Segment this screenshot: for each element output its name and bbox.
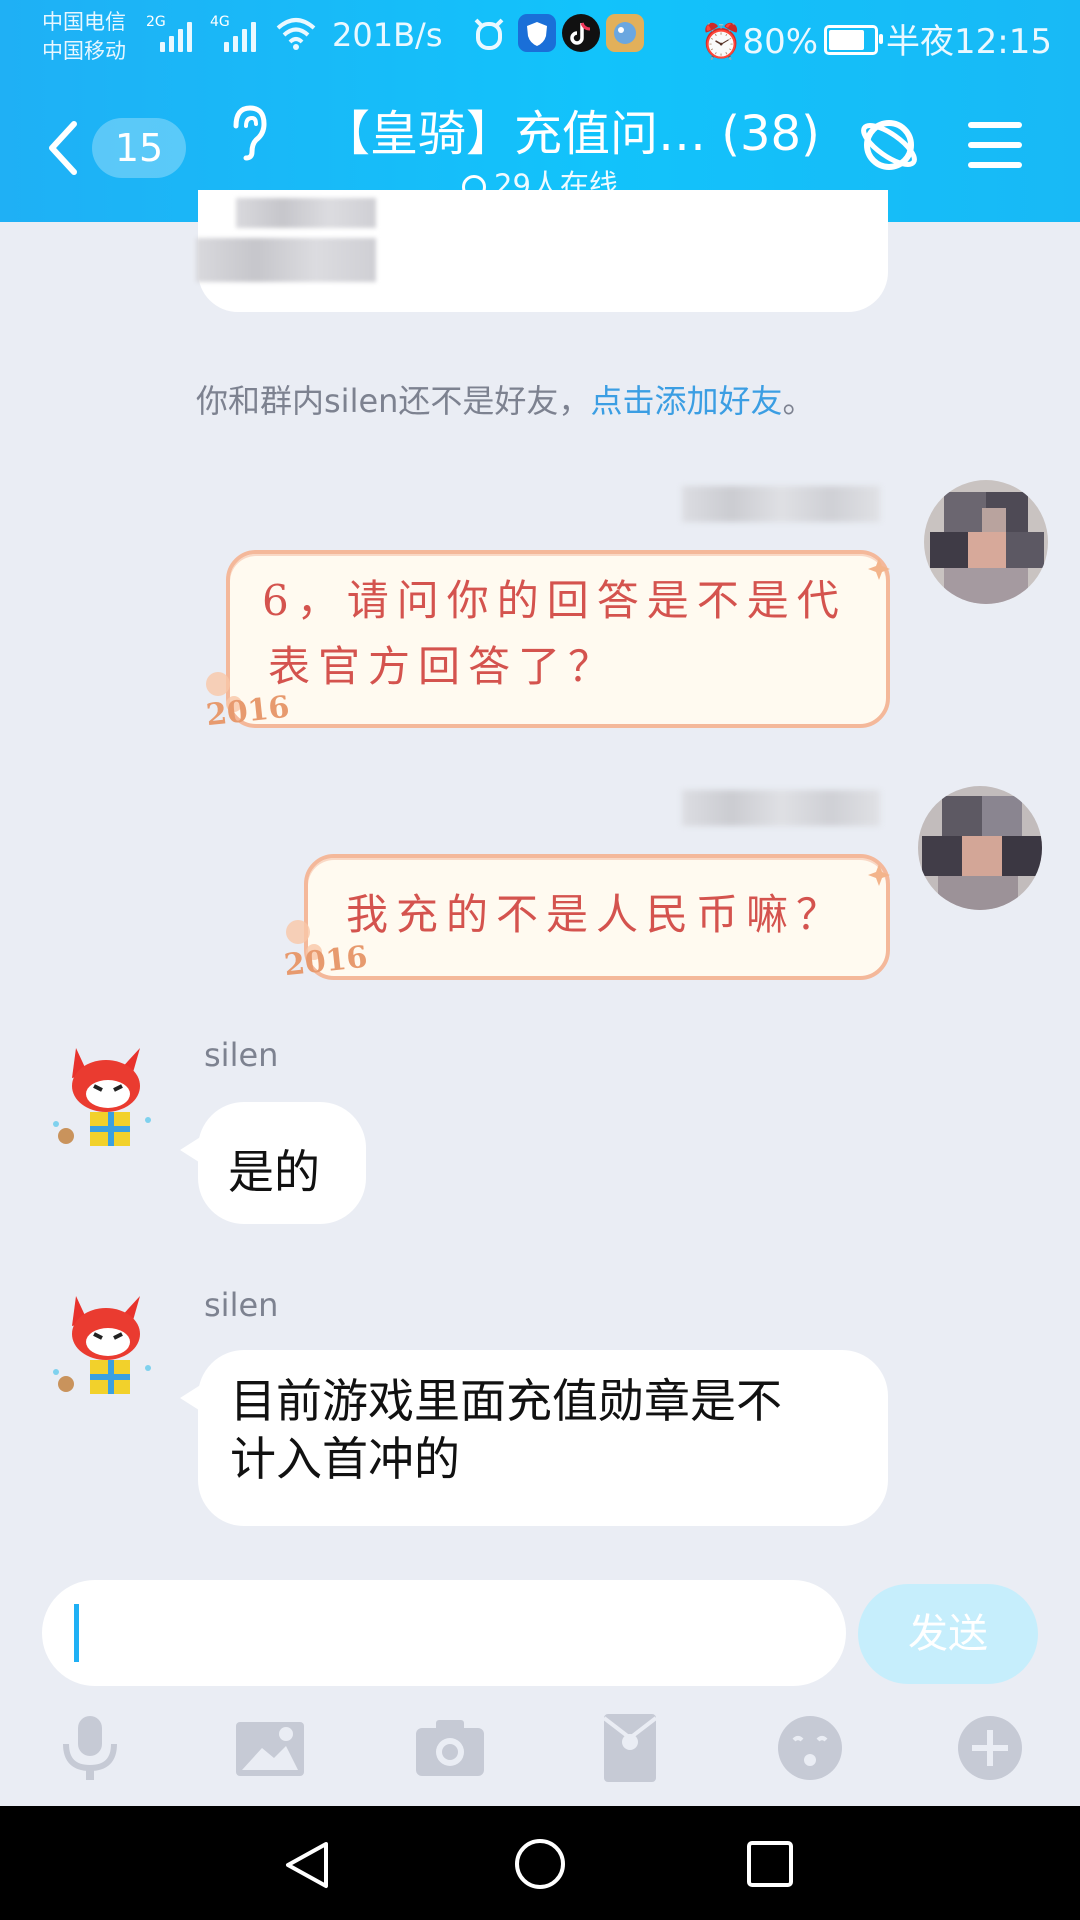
- red-packet-icon[interactable]: [594, 1712, 666, 1784]
- flower-deco-icon: [868, 558, 890, 580]
- alarm-bug-icon: [474, 18, 504, 50]
- tiktok-icon: [562, 14, 600, 52]
- carrier-2: 中国移动: [42, 39, 126, 63]
- message-input[interactable]: [42, 1580, 846, 1686]
- send-button[interactable]: 发送: [858, 1584, 1038, 1684]
- message-text-line: 6，请问你的回答是不是代: [262, 576, 847, 625]
- signal-1-icon: [160, 20, 200, 52]
- planet-icon[interactable]: [858, 114, 920, 176]
- ear-icon[interactable]: [226, 102, 270, 162]
- message-text: 是的: [228, 1145, 320, 1199]
- message-bubble[interactable]: 目前游戏里面充值勋章是不 计入首冲的: [198, 1350, 888, 1526]
- sender-nickname-blurred: [682, 790, 880, 826]
- unread-count-badge[interactable]: 15: [92, 118, 186, 178]
- alarm-icon: ⏰: [700, 22, 743, 62]
- group-title[interactable]: 【皇骑】充值问… (38): [322, 94, 822, 164]
- image-icon[interactable]: [234, 1712, 306, 1784]
- carrier-names: 中国电信 中国移动: [42, 8, 126, 66]
- title-bar: 中国电信 中国移动 2G 4G 201B/s ⏰80% 半夜12:15 15 【…: [0, 0, 1080, 222]
- nav-recents-icon[interactable]: [746, 1840, 794, 1888]
- message-text-line: 我充的不是人民币嘛？: [346, 890, 847, 939]
- fox-avatar[interactable]: [48, 1040, 158, 1160]
- wifi-icon: [276, 18, 316, 50]
- sender-name[interactable]: silen: [204, 1036, 278, 1074]
- blurred-text: [196, 238, 376, 282]
- message-text-line: 计入首冲的: [230, 1432, 460, 1486]
- add-friend-link[interactable]: 点击添加好友: [590, 382, 782, 420]
- network-speed: 201B/s: [332, 16, 443, 54]
- message-text-line: 表官方回答了？: [268, 642, 619, 691]
- text-caret: [74, 1604, 79, 1662]
- battery-percent: 80%: [742, 22, 819, 62]
- battery-icon: [824, 25, 884, 55]
- my-avatar[interactable]: [918, 786, 1042, 910]
- my-avatar[interactable]: [924, 480, 1048, 604]
- friend-notice: 你和群内silen还不是好友，点击添加好友。: [196, 382, 815, 420]
- camera-icon[interactable]: [414, 1712, 486, 1784]
- game-app-icon: [606, 14, 644, 52]
- menu-icon[interactable]: [968, 120, 1022, 170]
- emoji-icon[interactable]: [774, 1712, 846, 1784]
- plus-icon[interactable]: [954, 1712, 1026, 1784]
- sticker-message-bubble[interactable]: 我充的不是人民币嘛？: [304, 854, 890, 980]
- system-navigation-bar: [0, 1806, 1080, 1920]
- nav-back-icon[interactable]: [282, 1840, 332, 1890]
- sticker-message-bubble[interactable]: 6，请问你的回答是不是代 表官方回答了？: [226, 550, 890, 728]
- status-time: 半夜12:15: [886, 22, 1052, 62]
- sender-name[interactable]: silen: [204, 1286, 278, 1324]
- flower-deco-icon: [868, 864, 890, 886]
- message-text-line: 目前游戏里面充值勋章是不: [230, 1374, 782, 1428]
- nav-home-icon[interactable]: [514, 1838, 566, 1890]
- microphone-icon[interactable]: [54, 1712, 126, 1784]
- carrier-1: 中国电信: [42, 10, 126, 34]
- blurred-text: [236, 198, 376, 228]
- message-bubble-partial[interactable]: [196, 190, 888, 312]
- back-arrow-icon[interactable]: [44, 118, 84, 178]
- fox-avatar[interactable]: [48, 1288, 158, 1408]
- sender-nickname-blurred: [682, 486, 880, 522]
- shield-app-icon: [518, 14, 556, 52]
- message-bubble[interactable]: 是的: [198, 1102, 366, 1224]
- status-right: ⏰80% 半夜12:15: [700, 14, 1052, 63]
- status-bar: 中国电信 中国移动 2G 4G 201B/s ⏰80% 半夜12:15: [0, 0, 1080, 76]
- signal-2-icon: [224, 20, 264, 52]
